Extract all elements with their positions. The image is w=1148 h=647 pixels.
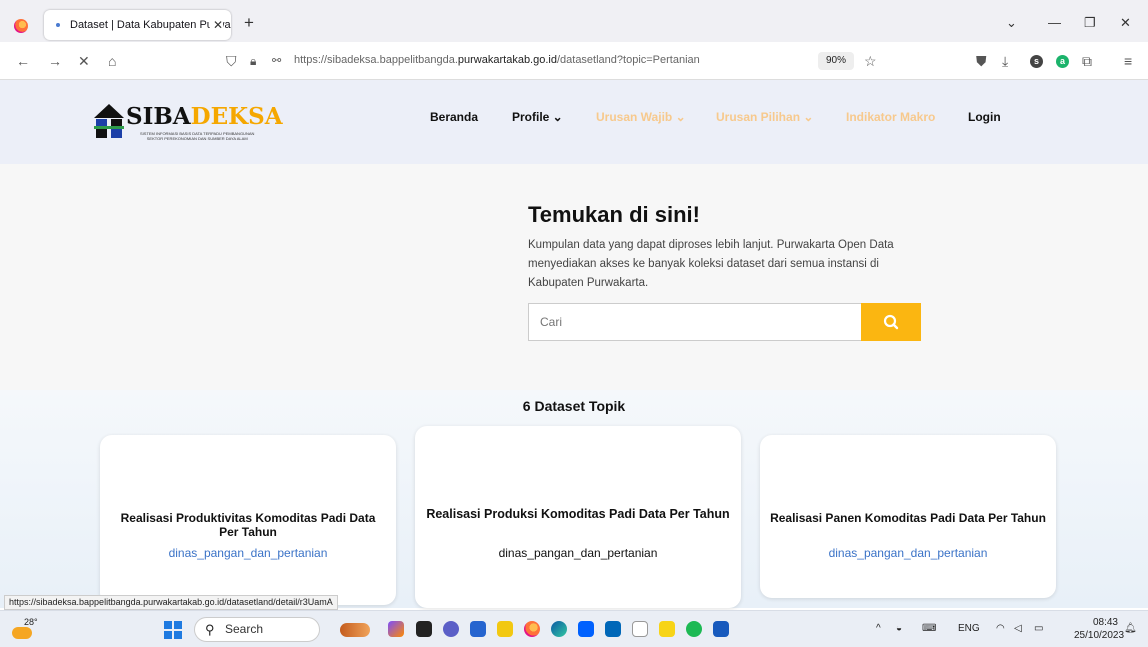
logo-subtitle: SISTEM INFORMASI BASIS DATA TERPADU PEMB… bbox=[140, 131, 254, 141]
lock-icon[interactable]: 🔒︎ bbox=[250, 53, 256, 69]
nav-indikator-makro[interactable]: Indikator Makro bbox=[846, 110, 935, 124]
file-explorer-icon[interactable] bbox=[497, 621, 513, 637]
extension-s-icon[interactable]: s bbox=[1030, 55, 1043, 68]
nav-login[interactable]: Login bbox=[968, 110, 1001, 124]
word-icon[interactable] bbox=[713, 621, 729, 637]
logo-title-part-b: DEKSA bbox=[190, 103, 283, 130]
dataset-search-input[interactable] bbox=[528, 303, 862, 341]
permissions-icon[interactable]: ⚯ bbox=[272, 53, 281, 69]
keyboard-icon[interactable]: ⌨ bbox=[922, 622, 936, 636]
hero-description: Kumpulan data yang dapat diproses lebih … bbox=[528, 239, 894, 289]
spotify-icon[interactable] bbox=[686, 621, 702, 637]
url-prefix: https://sibadeksa.bappelitbangda. bbox=[294, 54, 458, 66]
dataset-card-org[interactable]: dinas_pangan_dan_pertanian bbox=[760, 546, 1056, 560]
weather-widget[interactable]: 28° bbox=[10, 617, 38, 643]
logo-subtitle-line-2: SEKTOR PEREKONOMIAN DAN SUMBER DAYA ALAM bbox=[146, 136, 248, 141]
taskbar-search[interactable]: ⚲ Search bbox=[194, 617, 320, 642]
pocket-icon[interactable]: ⛊ bbox=[976, 53, 987, 69]
edge-icon[interactable] bbox=[551, 621, 567, 637]
forward-icon[interactable]: → bbox=[48, 53, 62, 69]
dataset-card[interactable]: Realisasi Produktivitas Komoditas Padi D… bbox=[100, 435, 396, 605]
close-window-icon[interactable]: ✕ bbox=[1120, 16, 1131, 30]
dataset-card-org[interactable]: dinas_pangan_dan_pertanian bbox=[415, 546, 741, 560]
clock-time: 08:43 bbox=[1092, 617, 1118, 628]
tab-title: Dataset | Data Kabupaten Purwakarta bbox=[70, 19, 231, 31]
new-tab-button[interactable]: + bbox=[244, 14, 254, 32]
back-icon[interactable]: ← bbox=[16, 53, 30, 69]
notification-bell-icon[interactable]: 🔔︎ bbox=[1124, 622, 1137, 636]
language-indicator[interactable]: ENG bbox=[958, 622, 980, 636]
url-path: /datasetland?topic=Pertanian bbox=[556, 54, 700, 66]
weather-sun-icon bbox=[12, 627, 32, 639]
tracking-shield-icon[interactable]: ⛉ bbox=[226, 53, 237, 69]
copilot-icon[interactable] bbox=[388, 621, 404, 637]
dataset-count-heading: 6 Dataset Topik bbox=[522, 398, 626, 414]
dataset-card[interactable]: Realisasi Panen Komoditas Padi Data Per … bbox=[760, 435, 1056, 598]
nav-urusan-wajib[interactable]: Urusan Wajib ⌄ bbox=[596, 110, 686, 124]
url-domain: purwakartakab.go.id bbox=[457, 54, 557, 66]
hero-title: Temukan di sini! bbox=[528, 202, 700, 227]
list-all-tabs-icon[interactable]: ⌄ bbox=[1006, 16, 1017, 30]
sticky-notes-icon[interactable] bbox=[659, 621, 675, 637]
tab-loading-icon bbox=[56, 23, 60, 27]
volume-icon[interactable]: ◁ bbox=[1014, 622, 1022, 636]
firefox-icon[interactable] bbox=[14, 19, 28, 33]
dropbox-icon[interactable] bbox=[578, 621, 594, 637]
hero-section: Temukan di sini! Kumpulan data yang dapa… bbox=[0, 164, 1148, 390]
weather-temp: 28° bbox=[24, 617, 38, 627]
clock-date: 25/10/2023 bbox=[1074, 630, 1125, 641]
dataset-section: 6 Dataset Topik Realisasi Produktivitas … bbox=[0, 390, 1148, 608]
logo-house-icon bbox=[94, 104, 124, 138]
site-logo[interactable]: SIBADEKSA SISTEM INFORMASI BASIS DATA TE… bbox=[94, 104, 283, 144]
menu-hamburger-icon[interactable]: ≡ bbox=[1124, 53, 1132, 69]
bookmark-star-icon[interactable]: ☆ bbox=[864, 53, 877, 69]
tray-chevron-icon[interactable]: ^ bbox=[876, 622, 881, 636]
browser-nav-bar: ← → ✕ ⌂ ⛉ 🔒︎ ⚯ https://sibadeksa.bappeli… bbox=[0, 42, 1148, 80]
minimize-icon[interactable]: — bbox=[1048, 16, 1061, 30]
taskbar-search-label: Search bbox=[225, 622, 264, 636]
tab-close-icon[interactable]: ✕ bbox=[209, 10, 223, 40]
taskbar-widget-icon[interactable] bbox=[340, 623, 370, 637]
extension-a-icon[interactable]: a bbox=[1056, 55, 1069, 68]
nav-profile[interactable]: Profile ⌄ bbox=[512, 110, 563, 124]
dataset-card[interactable]: Realisasi Produksi Komoditas Padi Data P… bbox=[415, 426, 741, 608]
windows-taskbar: 28° ⚲ Search ^ ◒ ⌨ ENG ◠ ◁ ▭ 08:43 25/10… bbox=[0, 610, 1148, 647]
wifi-icon[interactable]: ◠ bbox=[996, 622, 1005, 636]
logo-title-part-a: SIBA bbox=[126, 103, 191, 130]
tray-app-icon[interactable]: ◒ bbox=[896, 622, 902, 636]
nav-beranda[interactable]: Beranda bbox=[430, 110, 478, 124]
home-icon[interactable]: ⌂ bbox=[108, 53, 116, 69]
ms-store-icon[interactable] bbox=[605, 621, 621, 637]
browser-tab-bar: Dataset | Data Kabupaten Purwakarta ✕ + … bbox=[0, 0, 1148, 42]
search-icon bbox=[883, 314, 899, 330]
task-view-icon[interactable] bbox=[416, 621, 432, 637]
site-header: SIBADEKSA SISTEM INFORMASI BASIS DATA TE… bbox=[0, 80, 1148, 164]
taskbar-clock[interactable]: 08:43 25/10/2023 bbox=[1074, 616, 1125, 642]
downloads-icon[interactable]: ⤓ bbox=[1002, 53, 1008, 69]
logo-title: SIBADEKSA bbox=[126, 104, 283, 130]
browser-tab-active[interactable]: Dataset | Data Kabupaten Purwakarta ✕ bbox=[44, 10, 231, 40]
amazon-icon[interactable] bbox=[632, 621, 648, 637]
extensions-icon[interactable]: ⧉ bbox=[1082, 53, 1092, 69]
dataset-card-title[interactable]: Realisasi Produksi Komoditas Padi Data P… bbox=[425, 507, 731, 521]
restore-icon[interactable]: ❐ bbox=[1084, 16, 1096, 30]
link-status-bar: https://sibadeksa.bappelitbangda.purwaka… bbox=[4, 595, 338, 610]
windows-start-icon[interactable] bbox=[164, 621, 182, 639]
dataset-card-title[interactable]: Realisasi Produktivitas Komoditas Padi D… bbox=[110, 511, 386, 539]
firefox-taskbar-icon[interactable] bbox=[524, 621, 540, 637]
address-bar[interactable]: https://sibadeksa.bappelitbangda.purwaka… bbox=[294, 54, 700, 66]
teams-chat-icon[interactable] bbox=[443, 621, 459, 637]
search-button[interactable] bbox=[861, 303, 921, 341]
zoom-indicator[interactable]: 90% bbox=[818, 52, 854, 70]
dataset-card-title[interactable]: Realisasi Panen Komoditas Padi Data Per … bbox=[770, 511, 1046, 525]
stop-loading-icon[interactable]: ✕ bbox=[78, 53, 90, 69]
nav-urusan-pilihan[interactable]: Urusan Pilihan ⌄ bbox=[716, 110, 813, 124]
todo-icon[interactable] bbox=[470, 621, 486, 637]
dataset-card-org[interactable]: dinas_pangan_dan_pertanian bbox=[100, 546, 396, 560]
battery-icon[interactable]: ▭ bbox=[1034, 622, 1043, 636]
search-icon: ⚲ bbox=[205, 622, 215, 637]
